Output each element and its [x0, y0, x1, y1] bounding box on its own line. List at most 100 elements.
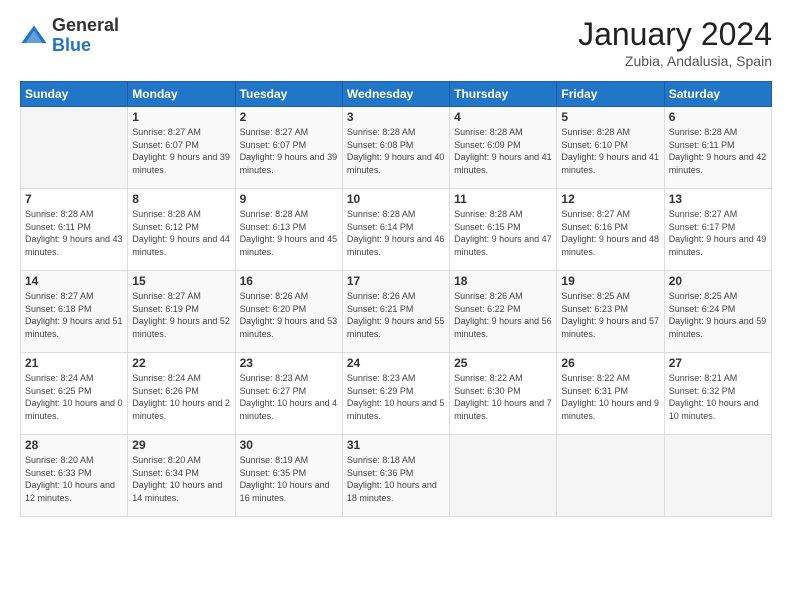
day-number: 27 [669, 356, 767, 370]
day-number: 16 [240, 274, 338, 288]
day-cell: 6 Sunrise: 8:28 AMSunset: 6:11 PMDaylight… [664, 107, 771, 189]
day-detail: Sunrise: 8:25 AMSunset: 6:24 PMDaylight:… [669, 290, 767, 340]
day-header-sunday: Sunday [21, 82, 128, 107]
day-cell: 22Sunrise: 8:24 AMSunset: 6:26 PMDayligh… [128, 353, 235, 435]
day-number: 22 [132, 356, 230, 370]
day-cell: 27 Sunrise: 8:21 AMSunset: 6:32 PMDayligh… [664, 353, 771, 435]
day-detail: Sunrise: 8:20 AMSunset: 6:34 PMDaylight:… [132, 454, 230, 504]
day-number: 1 [132, 110, 230, 124]
logo-general: General [52, 16, 119, 36]
day-cell: 12 Sunrise: 8:27 AMSunset: 6:16 PMDayligh… [557, 189, 664, 271]
week-row-1: 1 Sunrise: 8:27 AMSunset: 6:07 PMDaylight… [21, 107, 772, 189]
day-detail: Sunrise: 8:18 AMSunset: 6:36 PMDaylight:… [347, 454, 445, 504]
day-number: 4 [454, 110, 552, 124]
day-cell: 24 Sunrise: 8:23 AMSunset: 6:29 PMDayligh… [342, 353, 449, 435]
logo-icon [20, 22, 48, 50]
day-cell: 28Sunrise: 8:20 AMSunset: 6:33 PMDayligh… [21, 435, 128, 517]
day-cell: 14 Sunrise: 8:27 AMSunset: 6:18 PMDayligh… [21, 271, 128, 353]
day-detail: Sunrise: 8:28 AMSunset: 6:12 PMDaylight:… [132, 208, 230, 258]
day-number: 11 [454, 192, 552, 206]
day-cell: 17 Sunrise: 8:26 AMSunset: 6:21 PMDayligh… [342, 271, 449, 353]
day-number: 30 [240, 438, 338, 452]
day-cell: 18 Sunrise: 8:26 AMSunset: 6:22 PMDayligh… [450, 271, 557, 353]
day-header-friday: Friday [557, 82, 664, 107]
day-number: 3 [347, 110, 445, 124]
day-cell: 3 Sunrise: 8:28 AMSunset: 6:08 PMDaylight… [342, 107, 449, 189]
day-number: 12 [561, 192, 659, 206]
day-detail: Sunrise: 8:27 AMSunset: 6:18 PMDaylight:… [25, 290, 123, 340]
day-cell: 21 Sunrise: 8:24 AMSunset: 6:25 PMDayligh… [21, 353, 128, 435]
day-number: 9 [240, 192, 338, 206]
day-header-tuesday: Tuesday [235, 82, 342, 107]
day-detail: Sunrise: 8:22 AMSunset: 6:31 PMDaylight:… [561, 372, 659, 422]
day-number: 18 [454, 274, 552, 288]
week-row-2: 7 Sunrise: 8:28 AMSunset: 6:11 PMDaylight… [21, 189, 772, 271]
day-number: 10 [347, 192, 445, 206]
day-detail: Sunrise: 8:27 AMSunset: 6:16 PMDaylight:… [561, 208, 659, 258]
day-cell: 29 Sunrise: 8:20 AMSunset: 6:34 PMDayligh… [128, 435, 235, 517]
day-cell [450, 435, 557, 517]
day-detail: Sunrise: 8:22 AMSunset: 6:30 PMDaylight:… [454, 372, 552, 422]
day-cell: 25 Sunrise: 8:22 AMSunset: 6:30 PMDayligh… [450, 353, 557, 435]
day-number: 17 [347, 274, 445, 288]
day-number: 28 [25, 438, 123, 452]
day-number: 6 [669, 110, 767, 124]
week-row-4: 21 Sunrise: 8:24 AMSunset: 6:25 PMDayligh… [21, 353, 772, 435]
day-cell: 23Sunrise: 8:23 AMSunset: 6:27 PMDayligh… [235, 353, 342, 435]
day-cell: 9Sunrise: 8:28 AMSunset: 6:13 PMDaylight… [235, 189, 342, 271]
day-cell: 1 Sunrise: 8:27 AMSunset: 6:07 PMDaylight… [128, 107, 235, 189]
day-detail: Sunrise: 8:27 AMSunset: 6:17 PMDaylight:… [669, 208, 767, 258]
day-number: 5 [561, 110, 659, 124]
day-detail: Sunrise: 8:28 AMSunset: 6:08 PMDaylight:… [347, 126, 445, 176]
day-detail: Sunrise: 8:28 AMSunset: 6:10 PMDaylight:… [561, 126, 659, 176]
day-number: 19 [561, 274, 659, 288]
day-detail: Sunrise: 8:27 AMSunset: 6:19 PMDaylight:… [132, 290, 230, 340]
day-detail: Sunrise: 8:25 AMSunset: 6:23 PMDaylight:… [561, 290, 659, 340]
day-detail: Sunrise: 8:28 AMSunset: 6:15 PMDaylight:… [454, 208, 552, 258]
day-detail: Sunrise: 8:28 AMSunset: 6:11 PMDaylight:… [25, 208, 123, 258]
day-number: 24 [347, 356, 445, 370]
day-cell: 20Sunrise: 8:25 AMSunset: 6:24 PMDayligh… [664, 271, 771, 353]
day-cell: 7 Sunrise: 8:28 AMSunset: 6:11 PMDaylight… [21, 189, 128, 271]
day-detail: Sunrise: 8:28 AMSunset: 6:14 PMDaylight:… [347, 208, 445, 258]
day-cell: 11 Sunrise: 8:28 AMSunset: 6:15 PMDayligh… [450, 189, 557, 271]
week-row-5: 28Sunrise: 8:20 AMSunset: 6:33 PMDayligh… [21, 435, 772, 517]
day-detail: Sunrise: 8:23 AMSunset: 6:29 PMDaylight:… [347, 372, 445, 422]
day-number: 21 [25, 356, 123, 370]
header: General Blue January 2024 Zubia, Andalus… [20, 16, 772, 69]
day-detail: Sunrise: 8:24 AMSunset: 6:25 PMDaylight:… [25, 372, 123, 422]
day-detail: Sunrise: 8:26 AMSunset: 6:22 PMDaylight:… [454, 290, 552, 340]
day-detail: Sunrise: 8:28 AMSunset: 6:11 PMDaylight:… [669, 126, 767, 176]
day-cell: 31 Sunrise: 8:18 AMSunset: 6:36 PMDayligh… [342, 435, 449, 517]
day-number: 14 [25, 274, 123, 288]
day-cell [21, 107, 128, 189]
day-detail: Sunrise: 8:27 AMSunset: 6:07 PMDaylight:… [240, 126, 338, 176]
header-row: SundayMondayTuesdayWednesdayThursdayFrid… [21, 82, 772, 107]
day-detail: Sunrise: 8:21 AMSunset: 6:32 PMDaylight:… [669, 372, 767, 422]
day-number: 26 [561, 356, 659, 370]
logo: General Blue [20, 16, 119, 56]
logo-blue: Blue [52, 36, 119, 56]
day-number: 15 [132, 274, 230, 288]
day-cell: 16 Sunrise: 8:26 AMSunset: 6:20 PMDayligh… [235, 271, 342, 353]
day-number: 29 [132, 438, 230, 452]
day-cell [664, 435, 771, 517]
day-number: 31 [347, 438, 445, 452]
day-number: 2 [240, 110, 338, 124]
location: Zubia, Andalusia, Spain [578, 53, 772, 69]
day-number: 25 [454, 356, 552, 370]
month-title: January 2024 [578, 16, 772, 53]
day-detail: Sunrise: 8:23 AMSunset: 6:27 PMDaylight:… [240, 372, 338, 422]
day-cell: 19 Sunrise: 8:25 AMSunset: 6:23 PMDayligh… [557, 271, 664, 353]
day-cell: 13Sunrise: 8:27 AMSunset: 6:17 PMDayligh… [664, 189, 771, 271]
day-detail: Sunrise: 8:27 AMSunset: 6:07 PMDaylight:… [132, 126, 230, 176]
week-row-3: 14 Sunrise: 8:27 AMSunset: 6:18 PMDayligh… [21, 271, 772, 353]
day-detail: Sunrise: 8:26 AMSunset: 6:21 PMDaylight:… [347, 290, 445, 340]
day-header-saturday: Saturday [664, 82, 771, 107]
page: General Blue January 2024 Zubia, Andalus… [0, 0, 792, 612]
day-number: 7 [25, 192, 123, 206]
day-detail: Sunrise: 8:26 AMSunset: 6:20 PMDaylight:… [240, 290, 338, 340]
day-cell: 15 Sunrise: 8:27 AMSunset: 6:19 PMDayligh… [128, 271, 235, 353]
day-cell: 5 Sunrise: 8:28 AMSunset: 6:10 PMDaylight… [557, 107, 664, 189]
day-detail: Sunrise: 8:19 AMSunset: 6:35 PMDaylight:… [240, 454, 338, 504]
